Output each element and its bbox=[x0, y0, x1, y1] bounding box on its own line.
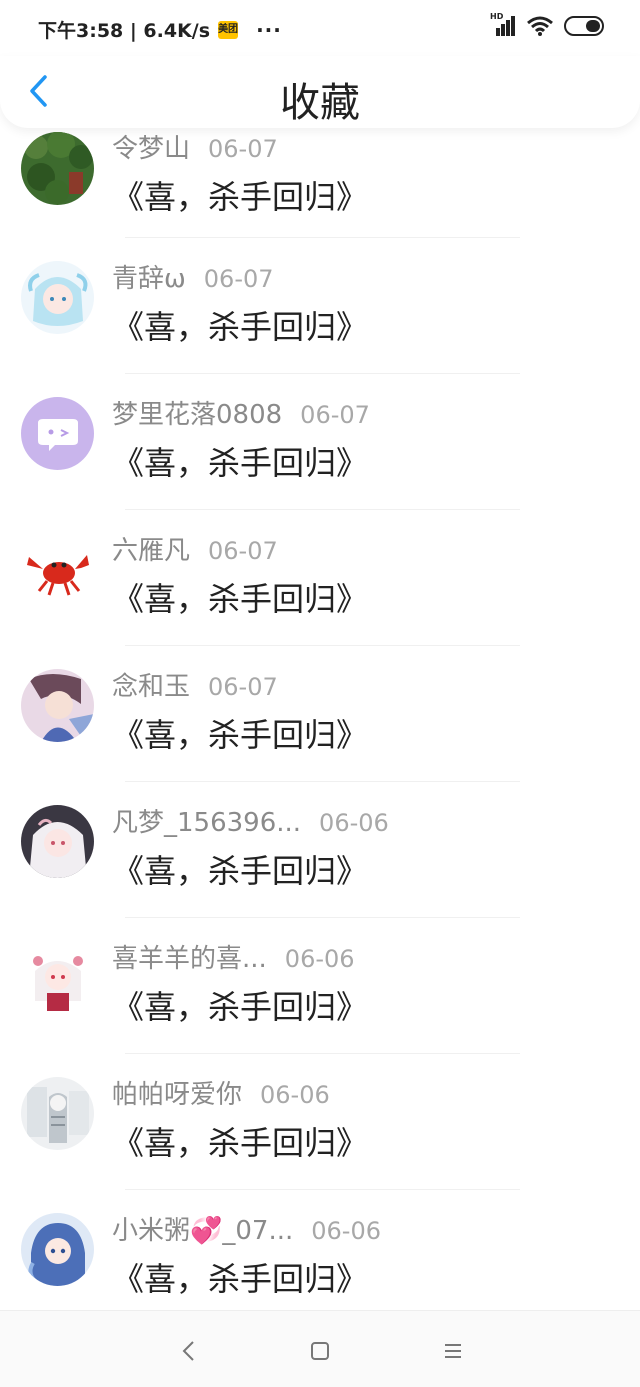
meituan-app-icon: 美团 bbox=[218, 20, 239, 39]
avatar[interactable] bbox=[21, 805, 94, 878]
avatar[interactable] bbox=[21, 132, 94, 205]
item-content[interactable]: 《喜，杀手回归》 bbox=[112, 302, 368, 348]
item-meta: 念和玉 06-07 bbox=[112, 666, 278, 703]
item-content[interactable]: 《喜，杀手回归》 bbox=[112, 172, 368, 218]
user-name[interactable]: 喜羊羊的喜... bbox=[112, 938, 267, 975]
list-item[interactable]: 念和玉 06-07 《喜，杀手回归》 bbox=[0, 646, 640, 782]
avatar[interactable] bbox=[21, 533, 94, 606]
signal-icon: HD bbox=[490, 12, 516, 38]
list-item[interactable]: 凡梦_156396... 06-06 《喜，杀手回归》 bbox=[0, 782, 640, 918]
list-item[interactable]: 令梦山 06-07 《喜，杀手回归》 bbox=[0, 110, 640, 238]
list-item[interactable]: 帕帕呀爱你 06-06 《喜，杀手回归》 bbox=[0, 1054, 640, 1190]
item-date: 06-07 bbox=[208, 537, 278, 565]
user-name[interactable]: 小米粥💞_07... bbox=[112, 1210, 293, 1247]
list-item[interactable]: 小米粥💞_07... 06-06 《喜，杀手回归》 bbox=[0, 1190, 640, 1310]
nav-home-icon bbox=[311, 1342, 329, 1360]
header: 收藏 bbox=[0, 56, 640, 128]
item-date: 06-07 bbox=[203, 265, 274, 293]
page-title: 收藏 bbox=[280, 80, 360, 126]
user-name[interactable]: 令梦山 bbox=[112, 128, 190, 165]
item-content[interactable]: 《喜，杀手回归》 bbox=[112, 710, 368, 756]
hd-label: HD bbox=[490, 12, 504, 21]
status-right: HD bbox=[490, 12, 604, 38]
nav-back-button[interactable] bbox=[169, 1331, 209, 1371]
battery-icon bbox=[564, 16, 604, 36]
item-meta: 青辞ω 06-07 bbox=[112, 258, 274, 295]
item-content[interactable]: 《喜，杀手回归》 bbox=[112, 438, 368, 484]
user-name[interactable]: 六雁凡 bbox=[112, 530, 190, 567]
avatar[interactable] bbox=[21, 261, 94, 334]
item-content[interactable]: 《喜，杀手回归》 bbox=[112, 1118, 368, 1164]
nav-back-icon bbox=[182, 1341, 194, 1361]
item-meta: 小米粥💞_07... 06-06 bbox=[112, 1210, 381, 1247]
user-name[interactable]: 梦里花落0808 bbox=[112, 394, 282, 431]
item-date: 06-06 bbox=[260, 1081, 330, 1109]
item-date: 06-06 bbox=[311, 1217, 382, 1245]
list-item[interactable]: 六雁凡 06-07 《喜，杀手回归》 bbox=[0, 510, 640, 646]
status-time-speed: 下午3:58 | 6.4K/s bbox=[38, 20, 211, 42]
list-item[interactable]: 喜羊羊的喜... 06-06 《喜，杀手回归》 bbox=[0, 918, 640, 1054]
user-name[interactable]: 凡梦_156396... bbox=[112, 802, 301, 839]
item-content[interactable]: 《喜，杀手回归》 bbox=[112, 982, 368, 1028]
user-name[interactable]: 念和玉 bbox=[112, 666, 190, 703]
item-meta: 凡梦_156396... 06-06 bbox=[112, 802, 389, 839]
nav-menu-button[interactable] bbox=[433, 1331, 473, 1371]
item-meta: 梦里花落0808 06-07 bbox=[112, 394, 370, 431]
item-content[interactable]: 《喜，杀手回归》 bbox=[112, 1254, 368, 1300]
item-date: 06-07 bbox=[300, 401, 370, 429]
item-content[interactable]: 《喜，杀手回归》 bbox=[112, 846, 368, 892]
more-notifications-icon: ··· bbox=[256, 17, 282, 42]
item-meta: 帕帕呀爱你 06-06 bbox=[112, 1074, 330, 1111]
favorites-list: 令梦山 06-07 《喜，杀手回归》 青辞ω 06-07 《喜，杀手回归》 梦里… bbox=[0, 110, 640, 1310]
avatar[interactable] bbox=[21, 397, 94, 470]
user-name[interactable]: 帕帕呀爱你 bbox=[112, 1074, 242, 1111]
item-meta: 六雁凡 06-07 bbox=[112, 530, 278, 567]
item-meta: 喜羊羊的喜... 06-06 bbox=[112, 938, 355, 975]
avatar[interactable] bbox=[21, 669, 94, 742]
avatar[interactable] bbox=[21, 941, 94, 1014]
user-name[interactable]: 青辞ω bbox=[112, 258, 186, 295]
nav-menu-icon bbox=[445, 1344, 461, 1358]
item-date: 06-07 bbox=[208, 135, 278, 163]
item-meta: 令梦山 06-07 bbox=[112, 128, 278, 165]
wifi-icon bbox=[527, 16, 553, 36]
status-bar: 下午3:58 | 6.4K/s 美团 ··· HD bbox=[0, 0, 640, 56]
item-date: 06-06 bbox=[284, 945, 355, 973]
nav-home-button[interactable] bbox=[300, 1331, 340, 1371]
list-item[interactable]: 梦里花落0808 06-07 《喜，杀手回归》 bbox=[0, 374, 640, 510]
system-nav-bar bbox=[0, 1310, 640, 1387]
avatar[interactable] bbox=[21, 1213, 94, 1286]
status-left: 下午3:58 | 6.4K/s 美团 ··· bbox=[38, 16, 282, 43]
item-date: 06-07 bbox=[208, 673, 278, 701]
item-date: 06-06 bbox=[319, 809, 389, 837]
item-content[interactable]: 《喜，杀手回归》 bbox=[112, 574, 368, 620]
list-item[interactable]: 青辞ω 06-07 《喜，杀手回归》 bbox=[0, 238, 640, 374]
avatar[interactable] bbox=[21, 1077, 94, 1150]
